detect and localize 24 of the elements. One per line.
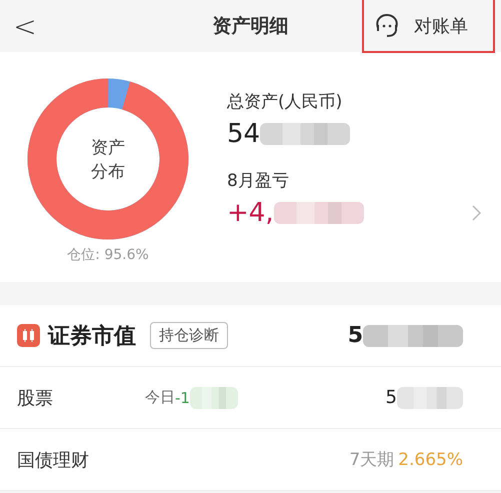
- chevron-icon[interactable]: [472, 205, 481, 221]
- holding-value: 5: [386, 387, 397, 408]
- donut-label: 分布: [90, 161, 126, 184]
- headset-icon: [374, 12, 400, 38]
- page-title: 资产明细: [212, 15, 288, 37]
- candlestick-icon: [17, 324, 40, 347]
- today-label: 今日: [145, 388, 175, 407]
- donut-label: 资产: [90, 137, 126, 160]
- today-change: -1: [175, 388, 190, 406]
- total-assets-label: 总资产(人民币): [227, 91, 344, 113]
- section-title: 证券市值: [48, 322, 136, 350]
- market-value: 5: [348, 323, 363, 348]
- term-label: 7天期: [349, 449, 394, 471]
- row-name: 股票: [17, 386, 54, 410]
- back-button[interactable]: <: [0, 10, 50, 42]
- blurred-patch: [190, 384, 238, 410]
- diagnosis-button[interactable]: 持仓诊断: [150, 322, 228, 349]
- total-assets-value: 54: [227, 119, 260, 149]
- profit-value: +4,: [227, 198, 274, 228]
- position-ratio: 仓位: 95.6%: [67, 246, 149, 264]
- row-name: 国债理财: [17, 448, 90, 472]
- yield-rate: 2.665%: [398, 450, 463, 470]
- blurred-patch: [397, 384, 463, 410]
- profit-label: 8月盈亏: [227, 170, 290, 192]
